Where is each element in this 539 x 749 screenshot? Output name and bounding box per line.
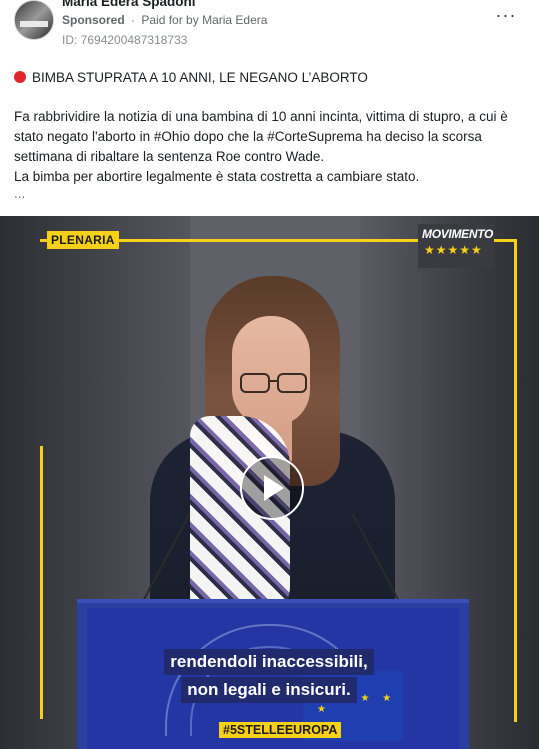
paid-for-name[interactable]: Maria Edera — [202, 13, 267, 27]
red-circle-icon — [14, 71, 26, 83]
meta-separator: · — [131, 13, 136, 27]
movimento-logo-word: MOVIMENTO — [422, 227, 494, 241]
hashtag-badge: #5STELLEEUROPA — [219, 722, 342, 738]
avatar-caption-strip — [20, 21, 48, 27]
subtitle-line-2: non legali e insicuri. — [181, 677, 357, 703]
post-text: BIMBA STUPRATA A 10 ANNI, LE NEGANO L’AB… — [14, 68, 528, 201]
plenaria-badge: PLENARIA — [47, 231, 119, 249]
speaker-glasses-bridge — [268, 380, 278, 382]
avatar-image — [15, 1, 53, 39]
play-icon — [264, 475, 284, 501]
page-avatar[interactable] — [14, 0, 54, 40]
movimento-logo-stars: ★★★★★ — [424, 243, 483, 257]
paid-for-prefix: Paid for by — [141, 13, 199, 27]
video-frame-border-left — [40, 446, 43, 719]
speaker-glasses-right — [277, 373, 307, 393]
headline-text: BIMBA STUPRATA A 10 ANNI, LE NEGANO L’AB… — [32, 70, 368, 85]
speaker-scarf — [190, 416, 290, 626]
more-options-icon[interactable]: ··· — [494, 6, 518, 28]
play-button[interactable] — [240, 456, 304, 520]
ad-meta: Sponsored · Paid for by Maria Edera — [62, 13, 267, 27]
speaker-glasses-left — [240, 373, 270, 393]
post-paragraph-1: Fa rabbrividire la notizia di una bambin… — [14, 109, 508, 164]
video-player[interactable]: PLENARIA MOVIMENTO ★★★★★ ★ ★ ★ ★ ★ rende… — [0, 216, 539, 749]
post-paragraph-2: La bimba per abortire legalmente è stata… — [14, 169, 420, 184]
page-name[interactable]: Maria Edera Spadoni — [62, 0, 196, 9]
subtitle-line-1: rendendoli inaccessibili, — [164, 649, 374, 675]
ad-id: ID: 7694200487318733 — [62, 33, 188, 47]
see-more-ellipsis[interactable]: ... — [14, 187, 528, 201]
speaker-face — [232, 316, 310, 426]
movimento-logo: MOVIMENTO ★★★★★ — [418, 224, 494, 268]
video-subtitles: rendendoli inaccessibili, non legali e i… — [147, 648, 391, 704]
post-headline: BIMBA STUPRATA A 10 ANNI, LE NEGANO L’AB… — [14, 68, 528, 88]
sponsored-label: Sponsored — [62, 13, 125, 27]
ad-header: Maria Edera Spadoni Sponsored · Paid for… — [0, 0, 539, 62]
